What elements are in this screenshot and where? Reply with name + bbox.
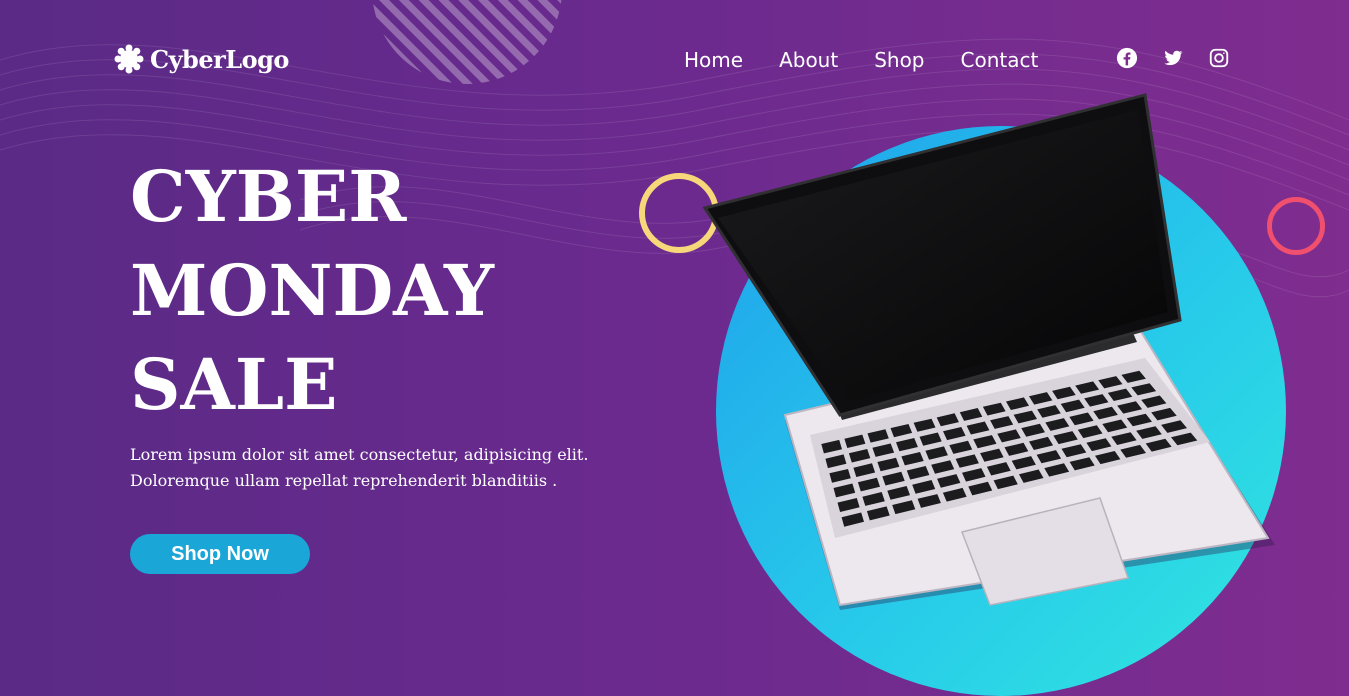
nav-item-contact[interactable]: Contact [961,48,1039,72]
nav-item-shop[interactable]: Shop [874,48,924,72]
social-links [1116,47,1230,69]
shop-now-button[interactable]: Shop Now [130,534,310,574]
twitter-icon[interactable] [1162,47,1184,69]
nav-item-about[interactable]: About [779,48,838,72]
nav-item-home[interactable]: Home [684,48,743,72]
main-nav: Home About Shop Contact [684,48,1038,72]
instagram-icon[interactable] [1208,47,1230,69]
hero-title: CYBER MONDAY SALE [130,150,494,432]
hero-description-line: Doloremque ullam repellat reprehenderit … [130,471,558,490]
hero-title-line: CYBER [130,155,407,238]
hero-title-line: MONDAY [130,249,494,332]
hero-description-line: Lorem ipsum dolor sit amet consectetur, … [130,445,589,464]
facebook-icon[interactable] [1116,47,1138,69]
gear-burst-icon [114,44,144,74]
brand-logo[interactable]: CyberLogo [114,44,289,74]
laptop-image [702,93,1275,610]
hero-description: Lorem ipsum dolor sit amet consectetur, … [130,442,600,494]
brand-name: CyberLogo [150,44,289,74]
hero-title-line: SALE [130,343,338,426]
